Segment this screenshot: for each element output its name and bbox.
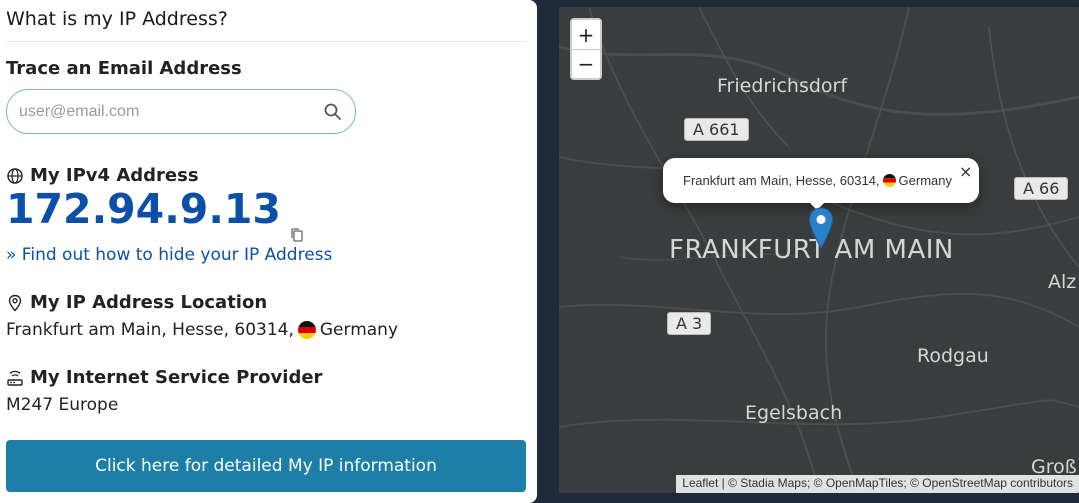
germany-flag-icon [882,174,896,187]
email-input[interactable] [19,102,323,121]
isp-heading: My Internet Service Provider [6,367,322,388]
ip-address-value: 172.94.9.13 [6,185,281,233]
map-label-rodgau: Rodgau [917,345,989,367]
zoom-control: + − [570,18,602,80]
trace-email-heading-label: Trace an Email Address [6,58,242,79]
map-label-friedrichsdorf: Friedrichsdorf [717,75,848,97]
hide-ip-link[interactable]: » Find out how to hide your IP Address [6,245,332,265]
map-marker-icon[interactable] [808,207,834,249]
detailed-info-button[interactable]: Click here for detailed My IP informatio… [6,440,526,492]
highway-shield-a3: A 3 [667,312,712,335]
location-heading: My IP Address Location [6,292,267,313]
zoom-out-button[interactable]: − [572,49,600,78]
map-label-egelsbach: Egelsbach [745,402,843,424]
location-country: Germany [319,320,399,340]
router-icon [6,369,24,387]
globe-icon [6,167,24,185]
highway-shield-a661: A 661 [684,118,749,141]
zoom-in-button[interactable]: + [572,20,600,49]
email-search-box[interactable] [6,89,356,134]
isp-value: M247 Europe [6,395,119,415]
page-title: What is my IP Address? [6,8,228,30]
ip-address-display: 172.94.9.13 [6,185,305,242]
divider [6,41,526,42]
search-icon[interactable] [323,102,343,122]
location-heading-label: My IP Address Location [30,292,268,313]
germany-flag-icon [297,321,316,339]
map-label-alz: Alz [1048,271,1077,293]
location-pin-icon [6,294,24,312]
location-value: Frankfurt am Main, Hesse, 60314, Germany [6,320,398,340]
copy-icon[interactable] [289,205,305,242]
popup-close-button[interactable]: × [959,162,972,181]
isp-heading-label: My Internet Service Provider [30,367,323,388]
highway-shield-a66: A 66 [1014,177,1069,200]
popup-country: Germany [898,173,952,188]
trace-email-heading: Trace an Email Address [6,58,242,79]
map-attribution[interactable]: Leaflet | © Stadia Maps; © OpenMapTiles;… [676,475,1079,493]
popup-text: Frankfurt am Main, Hesse, 60314, [683,173,880,188]
ipv4-heading-label: My IPv4 Address [30,165,199,186]
map-view[interactable]: + − Friedrichsdorf FRANKFURT AM MAIN Rod… [559,7,1079,493]
ipv4-heading: My IPv4 Address [6,165,199,186]
info-panel: What is my IP Address? Trace an Email Ad… [0,0,537,503]
location-text: Frankfurt am Main, Hesse, 60314, [6,320,294,340]
map-popup: Frankfurt am Main, Hesse, 60314, Germany [663,158,979,203]
